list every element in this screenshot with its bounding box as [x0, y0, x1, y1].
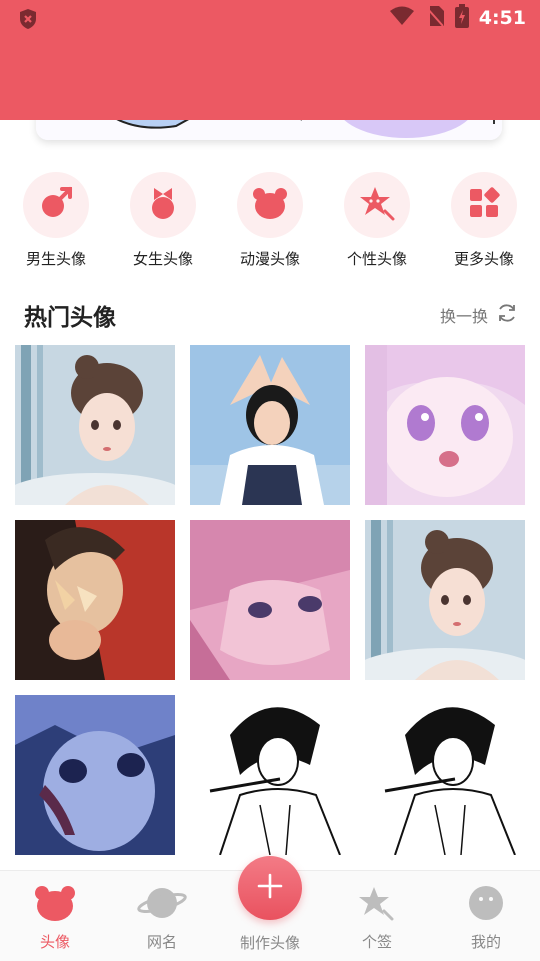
tab-label: 网名	[146, 933, 177, 951]
category-anime-circle	[237, 172, 303, 238]
avatar-tile[interactable]	[15, 345, 175, 505]
avatar-tile[interactable]	[365, 695, 525, 855]
category-more-circle	[451, 172, 517, 238]
avatar-tile[interactable]	[190, 695, 350, 855]
avatar-tile[interactable]	[190, 520, 350, 680]
tab-profile[interactable]: 我的	[446, 885, 526, 952]
category-personality[interactable]: 个性头像	[337, 172, 417, 269]
star-face-icon	[359, 185, 395, 225]
category-anime[interactable]: 动漫头像	[230, 172, 310, 269]
bear-icon	[35, 886, 75, 925]
avatar-tile[interactable]	[365, 520, 525, 680]
female-icon	[146, 186, 180, 224]
avatar-tile[interactable]	[365, 345, 525, 505]
face-icon	[468, 886, 504, 925]
avatar-tile[interactable]	[15, 695, 175, 855]
category-label: 更多头像	[453, 250, 514, 268]
category-personality-circle	[344, 172, 410, 238]
tab-label: 头像	[39, 933, 70, 951]
hot-avatars-title: 热门头像	[24, 305, 116, 331]
planet-icon	[137, 888, 187, 925]
app-header: 4:51	[0, 0, 540, 120]
category-female[interactable]: 女生头像	[123, 172, 203, 269]
star-face-icon	[358, 887, 396, 925]
tab-label: 我的	[470, 933, 501, 951]
category-label: 女生头像	[132, 250, 193, 268]
tab-nickname[interactable]: 网名	[122, 885, 202, 952]
no-sim-icon	[425, 5, 445, 31]
wifi-icon	[389, 6, 415, 30]
tab-signature[interactable]: 个签	[337, 885, 417, 952]
category-label: 男生头像	[25, 250, 86, 268]
plus-icon	[257, 873, 283, 903]
avatar-tile[interactable]	[15, 520, 175, 680]
avatar-tile[interactable]	[190, 345, 350, 505]
male-icon	[39, 186, 73, 224]
category-male-circle	[23, 172, 89, 238]
refresh-icon	[496, 302, 518, 328]
category-label: 个性头像	[346, 250, 407, 268]
tab-label: 个签	[361, 933, 392, 951]
create-avatar-button[interactable]	[238, 856, 302, 920]
category-bar: 男生头像 女生头像 动漫头像 个性头像 更多头像	[0, 172, 540, 272]
shield-icon	[18, 8, 38, 30]
refresh-label: 换一换	[439, 307, 488, 326]
category-more[interactable]: 更多头像	[444, 172, 524, 269]
battery-icon	[454, 4, 469, 32]
refresh-button[interactable]: 换一换	[440, 302, 518, 328]
bear-icon	[252, 186, 288, 224]
tab-avatar[interactable]: 头像	[15, 885, 95, 952]
status-time: 4:51	[478, 7, 526, 29]
create-avatar-label: 制作头像	[239, 934, 300, 952]
category-male[interactable]: 男生头像	[16, 172, 96, 269]
category-label: 动漫头像	[239, 250, 300, 268]
grid-shapes-icon	[468, 187, 500, 223]
category-female-circle	[130, 172, 196, 238]
